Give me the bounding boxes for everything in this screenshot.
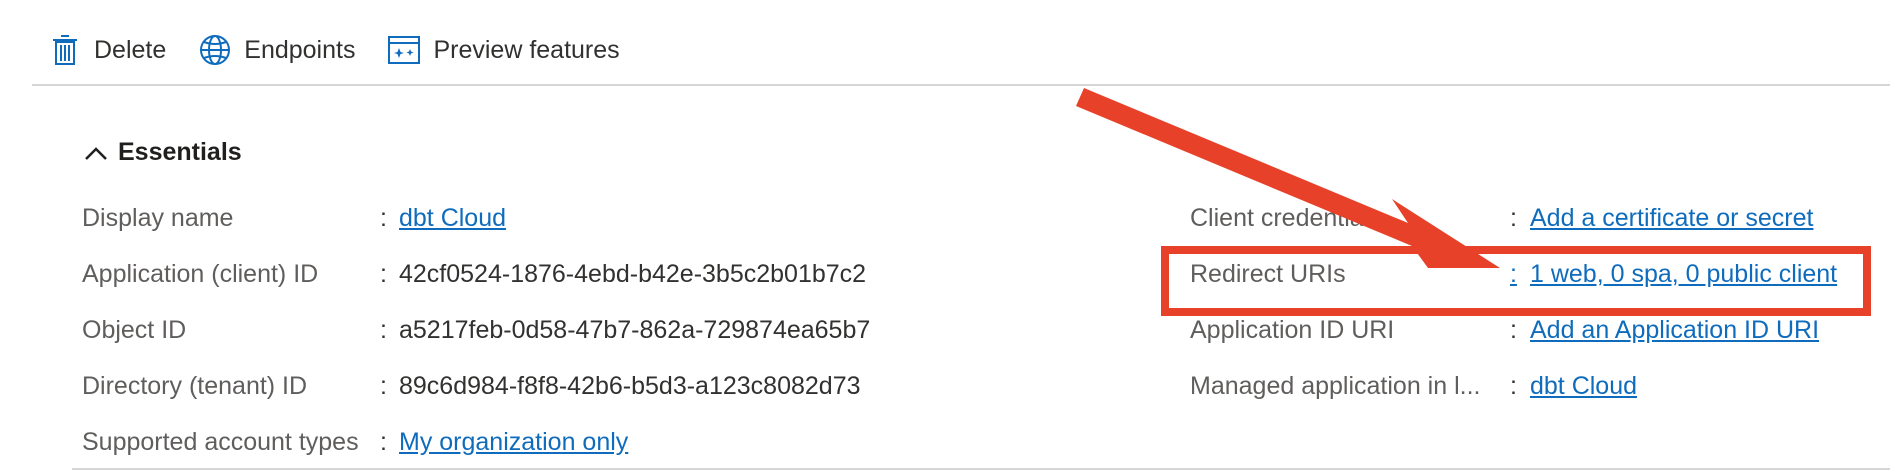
- application-id-uri-label: Application ID URI: [1190, 315, 1395, 344]
- separator: :: [1510, 315, 1517, 344]
- client-credentials-link[interactable]: Add a certificate or secret: [1530, 204, 1813, 233]
- preview-features-icon: [387, 33, 421, 67]
- preview-features-label: Preview features: [433, 35, 620, 64]
- separator: :: [1510, 371, 1517, 400]
- delete-label: Delete: [94, 35, 167, 64]
- display-name-link[interactable]: dbt Cloud: [399, 204, 506, 233]
- chevron-up-icon: [82, 139, 110, 167]
- tenant-id-value: 89c6d984-f8f8-42b6-b5d3-a123c8082d73: [399, 371, 861, 400]
- endpoints-label: Endpoints: [244, 35, 356, 64]
- delete-button[interactable]: Delete: [48, 33, 166, 67]
- separator: :: [380, 259, 387, 288]
- redirect-uris-link[interactable]: 1 web, 0 spa, 0 public client: [1530, 260, 1837, 289]
- command-bar: Delete Endpoints Preview features: [48, 28, 652, 72]
- application-id-uri-link[interactable]: Add an Application ID URI: [1530, 316, 1819, 345]
- globe-icon: [198, 33, 232, 67]
- essentials-toggle[interactable]: Essentials: [82, 138, 242, 167]
- separator: :: [380, 371, 387, 400]
- managed-application-link[interactable]: dbt Cloud: [1530, 372, 1637, 401]
- app-registration-overview: Delete Endpoints Preview features Essent…: [0, 0, 1890, 474]
- display-name-label: Display name: [82, 203, 234, 232]
- client-id-label: Application (client) ID: [82, 259, 319, 288]
- redirect-uris-label: Redirect URIs: [1190, 259, 1346, 288]
- client-credentials-label: Client credentials: [1190, 203, 1382, 232]
- managed-application-label: Managed application in l...: [1190, 371, 1481, 400]
- separator: :: [1510, 203, 1517, 232]
- tenant-id-label: Directory (tenant) ID: [82, 371, 308, 400]
- account-types-label: Supported account types: [82, 427, 359, 456]
- separator: :: [380, 315, 387, 344]
- client-id-value: 42cf0524-1876-4ebd-b42e-3b5c2b01b7c2: [399, 259, 867, 288]
- object-id-value: a5217feb-0d58-47b7-862a-729874ea65b7: [399, 315, 871, 344]
- essentials-divider: [72, 468, 1890, 470]
- trash-icon: [48, 33, 82, 67]
- endpoints-button[interactable]: Endpoints: [198, 33, 355, 67]
- preview-features-button[interactable]: Preview features: [387, 33, 620, 67]
- object-id-label: Object ID: [82, 315, 187, 344]
- separator: :: [380, 427, 387, 456]
- toolbar-divider: [32, 84, 1890, 86]
- account-types-link[interactable]: My organization only: [399, 428, 628, 457]
- essentials-title: Essentials: [118, 138, 242, 166]
- separator: :: [380, 203, 387, 232]
- separator: :: [1510, 259, 1517, 288]
